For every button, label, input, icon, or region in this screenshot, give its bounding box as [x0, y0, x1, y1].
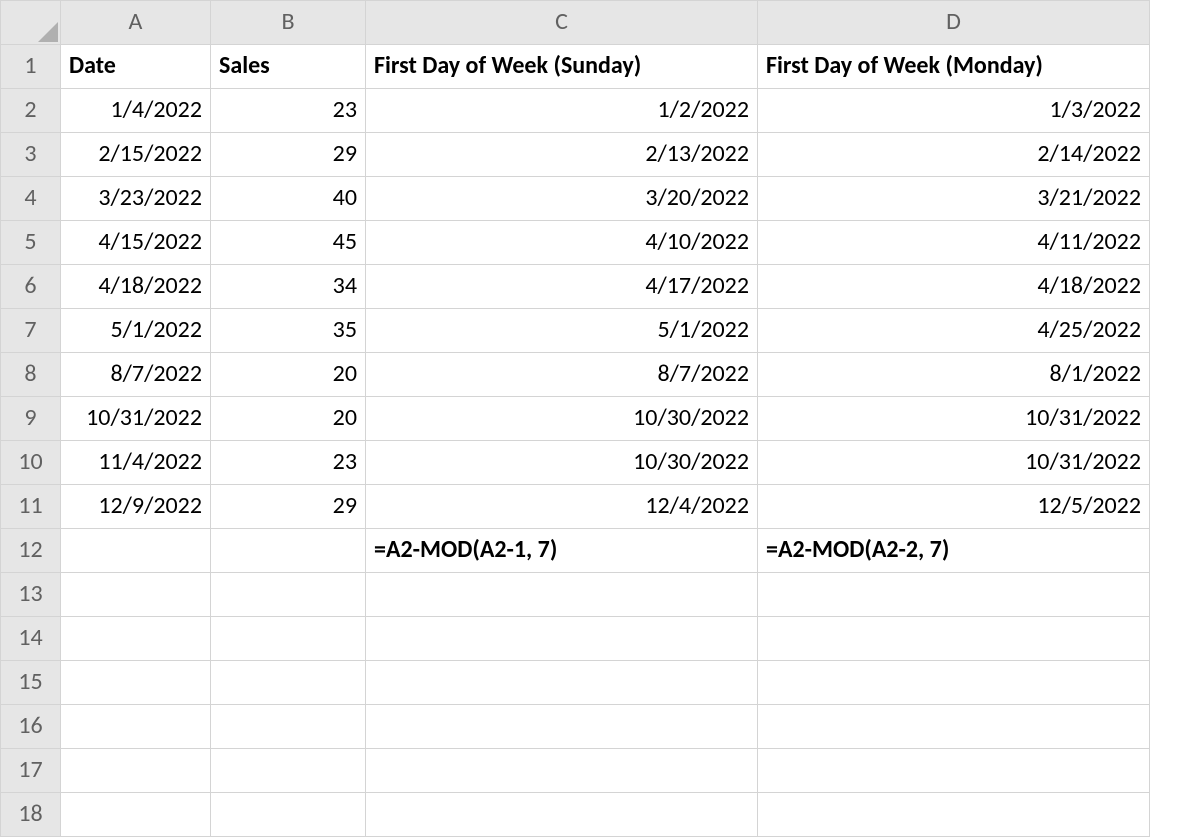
cell-A14[interactable]	[61, 617, 211, 661]
cell-B18[interactable]	[211, 793, 366, 837]
row-header-10[interactable]: 10	[1, 441, 61, 485]
cell-A1[interactable]: Date	[61, 45, 211, 89]
cell-C14[interactable]	[366, 617, 758, 661]
column-header-b[interactable]: B	[211, 1, 366, 45]
row-header-16[interactable]: 16	[1, 705, 61, 749]
cell-B15[interactable]	[211, 661, 366, 705]
cell-A5[interactable]: 4/15/2022	[61, 221, 211, 265]
row-header-4[interactable]: 4	[1, 177, 61, 221]
column-header-d[interactable]: D	[758, 1, 1150, 45]
cell-C15[interactable]	[366, 661, 758, 705]
cell-C9[interactable]: 10/30/2022	[366, 397, 758, 441]
row-header-7[interactable]: 7	[1, 309, 61, 353]
cell-C3[interactable]: 2/13/2022	[366, 133, 758, 177]
row-header-11[interactable]: 11	[1, 485, 61, 529]
cell-B9[interactable]: 20	[211, 397, 366, 441]
cell-B2[interactable]: 23	[211, 89, 366, 133]
cell-A15[interactable]	[61, 661, 211, 705]
cell-C11[interactable]: 12/4/2022	[366, 485, 758, 529]
cell-C17[interactable]	[366, 749, 758, 793]
cell-A2[interactable]: 1/4/2022	[61, 89, 211, 133]
row-header-18[interactable]: 18	[1, 793, 61, 837]
cell-B14[interactable]	[211, 617, 366, 661]
cell-D11[interactable]: 12/5/2022	[758, 485, 1150, 529]
cell-B3[interactable]: 29	[211, 133, 366, 177]
row-header-17[interactable]: 17	[1, 749, 61, 793]
cell-A10[interactable]: 11/4/2022	[61, 441, 211, 485]
cell-A8[interactable]: 8/7/2022	[61, 353, 211, 397]
row-header-8[interactable]: 8	[1, 353, 61, 397]
cell-A11[interactable]: 12/9/2022	[61, 485, 211, 529]
cell-C13[interactable]	[366, 573, 758, 617]
cell-B1[interactable]: Sales	[211, 45, 366, 89]
row-header-13[interactable]: 13	[1, 573, 61, 617]
cell-C12[interactable]: =A2-MOD(A2-1, 7)	[366, 529, 758, 573]
cell-D3[interactable]: 2/14/2022	[758, 133, 1150, 177]
row-header-3[interactable]: 3	[1, 133, 61, 177]
cell-C18[interactable]	[366, 793, 758, 837]
cell-D4[interactable]: 3/21/2022	[758, 177, 1150, 221]
cell-C1[interactable]: First Day of Week (Sunday)	[366, 45, 758, 89]
cell-C8[interactable]: 8/7/2022	[366, 353, 758, 397]
cell-C7[interactable]: 5/1/2022	[366, 309, 758, 353]
cell-B6[interactable]: 34	[211, 265, 366, 309]
row-header-12[interactable]: 12	[1, 529, 61, 573]
cell-D10[interactable]: 10/31/2022	[758, 441, 1150, 485]
cell-A17[interactable]	[61, 749, 211, 793]
cell-D1[interactable]: First Day of Week (Monday)	[758, 45, 1150, 89]
cell-D5[interactable]: 4/11/2022	[758, 221, 1150, 265]
cell-B12[interactable]	[211, 529, 366, 573]
cell-C6[interactable]: 4/17/2022	[366, 265, 758, 309]
row-header-15[interactable]: 15	[1, 661, 61, 705]
cell-A18[interactable]	[61, 793, 211, 837]
cell-D9[interactable]: 10/31/2022	[758, 397, 1150, 441]
cell-C5[interactable]: 4/10/2022	[366, 221, 758, 265]
cell-D17[interactable]	[758, 749, 1150, 793]
cell-A7[interactable]: 5/1/2022	[61, 309, 211, 353]
cell-B7[interactable]: 35	[211, 309, 366, 353]
row-header-1[interactable]: 1	[1, 45, 61, 89]
cell-D13[interactable]	[758, 573, 1150, 617]
cell-B11[interactable]: 29	[211, 485, 366, 529]
cell-A6[interactable]: 4/18/2022	[61, 265, 211, 309]
column-header-a[interactable]: A	[61, 1, 211, 45]
cell-B13[interactable]	[211, 573, 366, 617]
row-header-5[interactable]: 5	[1, 221, 61, 265]
column-header-c[interactable]: C	[366, 1, 758, 45]
cell-C16[interactable]	[366, 705, 758, 749]
cell-C4[interactable]: 3/20/2022	[366, 177, 758, 221]
cell-C10[interactable]: 10/30/2022	[366, 441, 758, 485]
cell-D12[interactable]: =A2-MOD(A2-2, 7)	[758, 529, 1150, 573]
cell-B17[interactable]	[211, 749, 366, 793]
cell-D18[interactable]	[758, 793, 1150, 837]
select-all-corner[interactable]	[1, 1, 61, 45]
cell-D2[interactable]: 1/3/2022	[758, 89, 1150, 133]
cell-B5[interactable]: 45	[211, 221, 366, 265]
cell-D14[interactable]	[758, 617, 1150, 661]
cell-D16[interactable]	[758, 705, 1150, 749]
cell-B10[interactable]: 23	[211, 441, 366, 485]
cell-D6[interactable]: 4/18/2022	[758, 265, 1150, 309]
cell-B8[interactable]: 20	[211, 353, 366, 397]
row-header-6[interactable]: 6	[1, 265, 61, 309]
cell-D8[interactable]: 8/1/2022	[758, 353, 1150, 397]
cell-B16[interactable]	[211, 705, 366, 749]
select-all-triangle-icon	[38, 22, 58, 42]
cell-D15[interactable]	[758, 661, 1150, 705]
cell-A9[interactable]: 10/31/2022	[61, 397, 211, 441]
cell-A4[interactable]: 3/23/2022	[61, 177, 211, 221]
cell-B4[interactable]: 40	[211, 177, 366, 221]
cell-A12[interactable]	[61, 529, 211, 573]
cell-C2[interactable]: 1/2/2022	[366, 89, 758, 133]
cell-A3[interactable]: 2/15/2022	[61, 133, 211, 177]
cell-D7[interactable]: 4/25/2022	[758, 309, 1150, 353]
cell-A16[interactable]	[61, 705, 211, 749]
row-header-2[interactable]: 2	[1, 89, 61, 133]
row-header-14[interactable]: 14	[1, 617, 61, 661]
row-header-9[interactable]: 9	[1, 397, 61, 441]
spreadsheet-grid[interactable]: ABCD 1DateSalesFirst Day of Week (Sunday)…	[0, 0, 1150, 837]
cell-A13[interactable]	[61, 573, 211, 617]
